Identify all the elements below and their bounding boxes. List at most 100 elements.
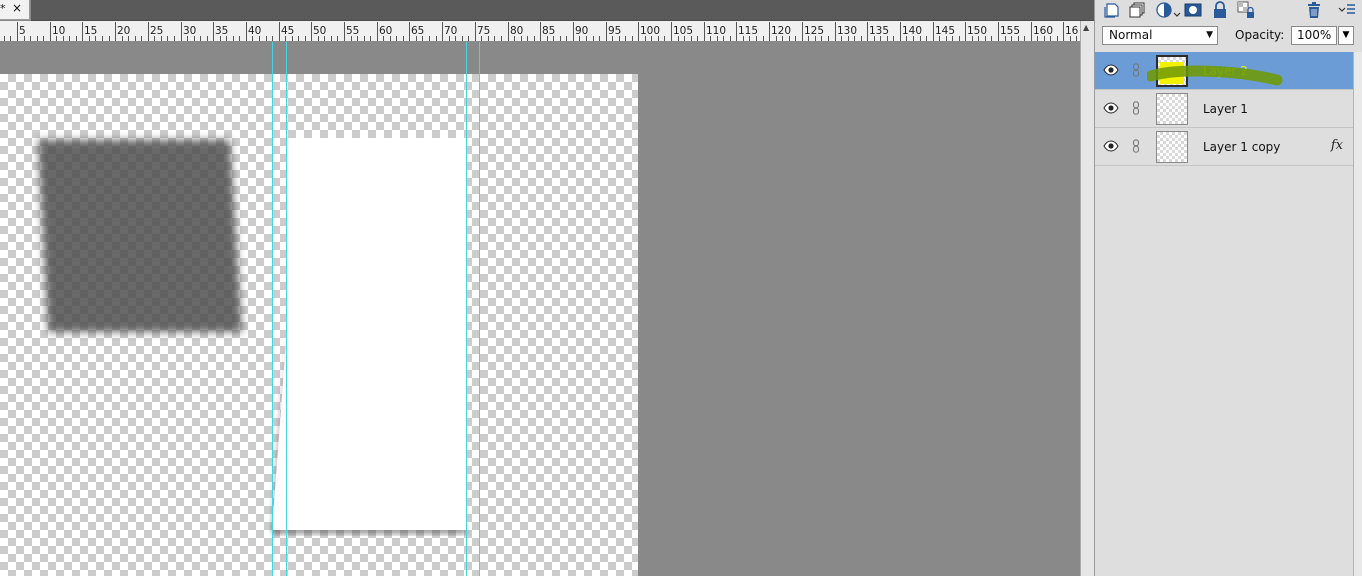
ruler-tick <box>593 36 594 41</box>
ruler-tick <box>115 22 116 41</box>
ruler-tick <box>305 36 306 41</box>
ruler-tick <box>239 36 240 41</box>
ruler-tick <box>965 22 966 41</box>
chevron-down-icon: ▼ <box>1342 30 1350 40</box>
new-layer-icon[interactable] <box>1103 1 1121 19</box>
layer-thumbnail[interactable] <box>1156 93 1188 125</box>
layer-name[interactable]: Layer 2 <box>1203 64 1248 78</box>
layer-mask-icon[interactable] <box>1184 1 1202 19</box>
ruler-tick <box>4 36 5 41</box>
ruler-label: 135 <box>869 25 890 37</box>
opacity-input[interactable]: 100% <box>1291 26 1337 45</box>
ruler-tick <box>632 36 633 41</box>
ruler-tick <box>403 36 404 41</box>
opacity-dropdown-button[interactable]: ▼ <box>1338 26 1354 45</box>
ruler-tick <box>200 36 201 41</box>
ruler-tick <box>364 36 365 41</box>
ruler-label: 5 <box>19 25 26 37</box>
ruler-label: 85 <box>542 25 556 37</box>
ruler-label: 16 <box>1065 25 1079 37</box>
ruler-tick <box>560 36 561 41</box>
ruler-tick <box>599 36 600 41</box>
visibility-eye-icon[interactable] <box>1103 64 1119 76</box>
ruler-tick <box>1031 22 1032 41</box>
layers-panel: Normal ▼ Opacity: 100% ▼ Layer 2 Layer 1L… <box>1094 0 1362 576</box>
ruler-tick <box>664 36 665 41</box>
layer-thumbnail[interactable] <box>1156 55 1188 87</box>
ruler-label: 20 <box>117 25 131 37</box>
ruler-tick <box>795 36 796 41</box>
blend-mode-select[interactable]: Normal ▼ <box>1102 26 1218 45</box>
ruler-tick <box>475 22 476 41</box>
scroll-up-icon[interactable]: ▲ <box>1083 23 1089 32</box>
new-group-icon[interactable] <box>1129 1 1147 19</box>
ruler-tick <box>1057 36 1058 41</box>
close-icon[interactable]: × <box>12 1 22 15</box>
layer-row[interactable]: Layer 1 <box>1095 90 1353 128</box>
canvas-artwork <box>38 138 467 534</box>
ruler-tick <box>462 36 463 41</box>
document-tab[interactable]: * × <box>0 0 30 20</box>
ruler-tick <box>30 36 31 41</box>
ruler-tick <box>861 36 862 41</box>
guide-line[interactable] <box>272 42 273 576</box>
ruler-tick <box>494 36 495 41</box>
ruler-tick <box>508 22 509 41</box>
layer-thumbnail[interactable] <box>1156 131 1188 163</box>
ruler-label: 105 <box>673 25 694 37</box>
ruler-tick <box>331 36 332 41</box>
ruler-tick <box>1063 22 1064 41</box>
ruler-label: 55 <box>346 25 360 37</box>
lock-transparency-icon[interactable] <box>1237 1 1255 19</box>
link-icon[interactable] <box>1132 139 1140 153</box>
ruler-tick <box>566 36 567 41</box>
ruler-tick <box>102 36 103 41</box>
ruler-label: 45 <box>281 25 295 37</box>
ruler-tick <box>835 22 836 41</box>
ruler-tick <box>207 36 208 41</box>
ruler-label: 160 <box>1033 25 1054 37</box>
ruler-tick <box>730 36 731 41</box>
layers-scrollbar[interactable] <box>1353 52 1362 576</box>
layer-row[interactable]: Layer 2 <box>1095 52 1353 90</box>
ruler-label: 40 <box>248 25 262 37</box>
layer-name[interactable]: Layer 1 copy <box>1203 140 1280 154</box>
visibility-eye-icon[interactable] <box>1103 102 1119 114</box>
horizontal-ruler[interactable]: 5 10 15 20 25 30 35 40 45 50 55 60 65 70 75 80 85 90 95 100… <box>0 21 1080 42</box>
trash-icon[interactable] <box>1305 1 1323 19</box>
ruler-tick <box>763 36 764 41</box>
ruler-tick <box>377 22 378 41</box>
adjustment-layer-icon[interactable] <box>1155 1 1181 19</box>
ruler-tick <box>442 22 443 41</box>
ruler-tick <box>933 22 934 41</box>
guide-line[interactable] <box>286 42 287 576</box>
ruler-tick <box>926 36 927 41</box>
ruler-tick <box>37 36 38 41</box>
layer-fx-icon[interactable]: fx <box>1331 138 1343 153</box>
link-icon[interactable] <box>1132 101 1140 115</box>
ruler-tick <box>828 36 829 41</box>
document-canvas[interactable] <box>0 74 638 576</box>
ruler-tick <box>468 36 469 41</box>
ruler-tick <box>344 22 345 41</box>
ruler-tick <box>141 36 142 41</box>
white-page-shape <box>272 138 467 530</box>
visibility-eye-icon[interactable] <box>1103 140 1119 152</box>
ruler-tick <box>337 36 338 41</box>
ruler-tick <box>501 36 502 41</box>
ruler-tick <box>148 22 149 41</box>
vertical-scrollbar[interactable]: ▲ <box>1080 21 1094 576</box>
guide-line[interactable] <box>479 42 480 576</box>
link-icon[interactable] <box>1132 63 1140 77</box>
ruler-tick <box>625 36 626 41</box>
workspace[interactable] <box>0 42 1080 576</box>
layer-name[interactable]: Layer 1 <box>1203 102 1248 116</box>
ruler-tick <box>69 36 70 41</box>
layer-row[interactable]: Layer 1 copy fx <box>1095 128 1353 166</box>
panel-menu-icon[interactable] <box>1337 1 1357 19</box>
guide-line[interactable] <box>466 42 467 576</box>
ruler-label: 95 <box>608 25 622 37</box>
lock-icon[interactable] <box>1211 1 1229 19</box>
ruler-tick <box>43 36 44 41</box>
ruler-tick <box>213 22 214 41</box>
